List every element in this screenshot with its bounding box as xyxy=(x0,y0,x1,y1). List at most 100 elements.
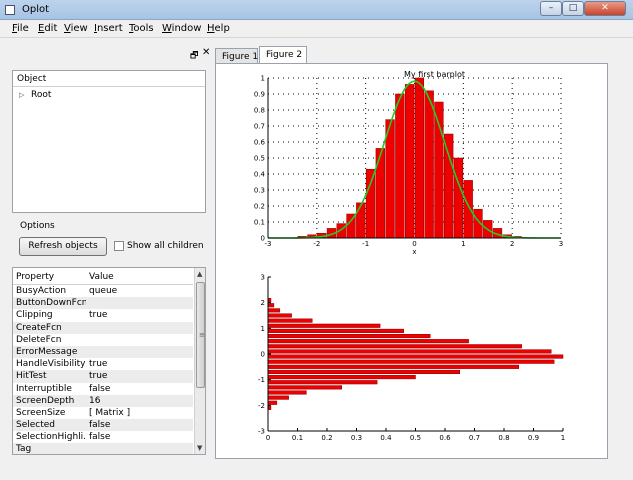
x-tick-label: 0 xyxy=(266,434,270,442)
x-tick-label: 0.4 xyxy=(380,434,392,442)
y-tick-label: 1 xyxy=(261,75,265,83)
property-name: HandleVisibility xyxy=(16,359,86,370)
y-tick-label: 0.3 xyxy=(254,187,265,195)
property-name: SelectionHighli... xyxy=(16,432,86,443)
expand-arrow-icon[interactable]: ▷ xyxy=(19,91,24,99)
property-value[interactable]: true xyxy=(89,359,189,369)
y-tick-label: 0.8 xyxy=(254,107,265,115)
property-row[interactable]: ErrorMessage xyxy=(13,345,193,359)
property-row[interactable]: Interruptible false xyxy=(13,383,193,395)
property-name: HitTest xyxy=(16,371,47,382)
show-all-children-label[interactable]: Show all children xyxy=(127,241,204,251)
y-tick-label: 0 xyxy=(261,235,265,243)
bar xyxy=(267,303,275,308)
title-bar: Oplot – □ ✕ xyxy=(0,0,633,20)
x-axis-label: x xyxy=(412,248,416,256)
tab-figure-1[interactable]: Figure 1 xyxy=(215,48,258,64)
menu-edit[interactable]: Edit xyxy=(38,23,57,34)
bar xyxy=(267,380,378,385)
refresh-objects-button[interactable]: Refresh objects xyxy=(19,237,107,256)
menu-window[interactable]: Window xyxy=(162,23,201,34)
menu-file[interactable]: File xyxy=(12,23,29,34)
scroll-up-icon[interactable]: ▲ xyxy=(197,270,202,278)
object-tree-header[interactable]: Object xyxy=(13,71,205,87)
fit-curve xyxy=(268,80,561,239)
property-row[interactable]: ScreenDepth 16 xyxy=(13,394,193,407)
column-header-value[interactable]: Value xyxy=(89,272,114,282)
tab-figure-2[interactable]: Figure 2 xyxy=(259,46,307,64)
property-name: Clipping xyxy=(16,310,53,321)
bar xyxy=(385,119,395,239)
y-tick-label: 0.9 xyxy=(254,91,265,99)
y-tick-label: 0 xyxy=(261,351,265,359)
window-title: Oplot xyxy=(22,4,50,15)
property-table[interactable]: Property Value BusyAction queue ButtonDown… xyxy=(12,267,206,455)
property-row[interactable]: SelectionHighli... false xyxy=(13,431,193,443)
property-row[interactable]: Tag xyxy=(13,443,193,454)
bar xyxy=(267,375,416,380)
property-row[interactable]: Clipping true xyxy=(13,309,193,321)
bar xyxy=(444,133,454,239)
dock-close-icon[interactable]: ✕ xyxy=(202,47,210,58)
y-tick-label: 0.5 xyxy=(254,155,265,163)
x-tick-label: 1 xyxy=(561,434,565,442)
y-tick-label: 0.7 xyxy=(254,123,265,131)
x-tick-label: 0.8 xyxy=(498,434,509,442)
property-value[interactable]: true xyxy=(89,371,189,381)
menu-insert[interactable]: Insert xyxy=(94,23,123,34)
bar xyxy=(267,400,278,405)
bar xyxy=(267,395,289,400)
options-label: Options xyxy=(20,221,55,231)
bar xyxy=(267,308,281,313)
column-header-property[interactable]: Property xyxy=(16,272,54,282)
property-row[interactable]: BusyAction queue xyxy=(13,285,193,297)
property-name: ScreenDepth xyxy=(16,395,75,406)
property-row[interactable]: HitTest true xyxy=(13,370,193,383)
property-value[interactable]: false xyxy=(89,384,189,394)
property-row[interactable]: Selected false xyxy=(13,419,193,432)
object-tree[interactable]: Object ▷ Root xyxy=(12,70,206,213)
x-tick-label: 0.7 xyxy=(469,434,480,442)
property-name: BusyAction xyxy=(16,286,67,296)
menu-help[interactable]: Help xyxy=(207,23,230,34)
bar xyxy=(267,359,555,364)
property-value[interactable]: queue xyxy=(89,286,189,296)
bar xyxy=(267,344,522,349)
property-row[interactable]: ButtonDownFcn xyxy=(13,297,193,310)
y-tick-label: 2 xyxy=(261,299,265,307)
property-name: ButtonDownFcn xyxy=(16,298,86,309)
app-icon xyxy=(5,5,15,15)
x-tick-label: 1 xyxy=(461,240,465,248)
property-row[interactable]: DeleteFcn xyxy=(13,334,193,346)
menu-view[interactable]: View xyxy=(64,23,88,34)
property-value[interactable]: [ Matrix ] xyxy=(89,408,189,418)
y-tick-label: 3 xyxy=(261,274,265,282)
close-button[interactable]: ✕ xyxy=(584,1,626,16)
menu-tools[interactable]: Tools xyxy=(129,23,154,34)
x-tick-label: 0.5 xyxy=(410,434,421,442)
property-value[interactable]: 16 xyxy=(89,396,189,406)
property-name: ErrorMessage xyxy=(16,346,78,357)
chart-title: My first barplot xyxy=(404,70,465,79)
bar xyxy=(267,318,313,323)
bar xyxy=(463,180,473,239)
tree-item-root[interactable]: Root xyxy=(31,90,51,100)
property-value[interactable]: true xyxy=(89,310,189,320)
maximize-button[interactable]: □ xyxy=(562,1,584,16)
bar xyxy=(356,202,366,239)
property-row[interactable]: HandleVisibility true xyxy=(13,358,193,370)
y-tick-label: 0.1 xyxy=(254,219,265,227)
property-scrollbar[interactable]: ▲ ≡ ▼ xyxy=(194,268,205,454)
bar xyxy=(267,313,292,318)
property-value[interactable]: false xyxy=(89,420,189,430)
figure-canvas[interactable]: -3 -2 -1 0 1 2 3 0 0.1 0.2 0.3 0.4 0.5 0.6 0.7 0.8 0.9 1 x… xyxy=(215,63,608,459)
show-all-children-checkbox[interactable] xyxy=(114,241,124,251)
dock-float-icon[interactable]: 🗗 xyxy=(190,48,198,64)
property-row[interactable]: ScreenSize [ Matrix ] xyxy=(13,407,193,419)
property-value[interactable]: false xyxy=(89,432,189,442)
property-table-header: Property Value xyxy=(13,268,193,285)
minimize-button[interactable]: – xyxy=(540,1,562,16)
scroll-thumb[interactable]: ≡ xyxy=(196,282,205,388)
scroll-down-icon[interactable]: ▼ xyxy=(197,444,202,452)
property-row[interactable]: CreateFcn xyxy=(13,321,193,334)
